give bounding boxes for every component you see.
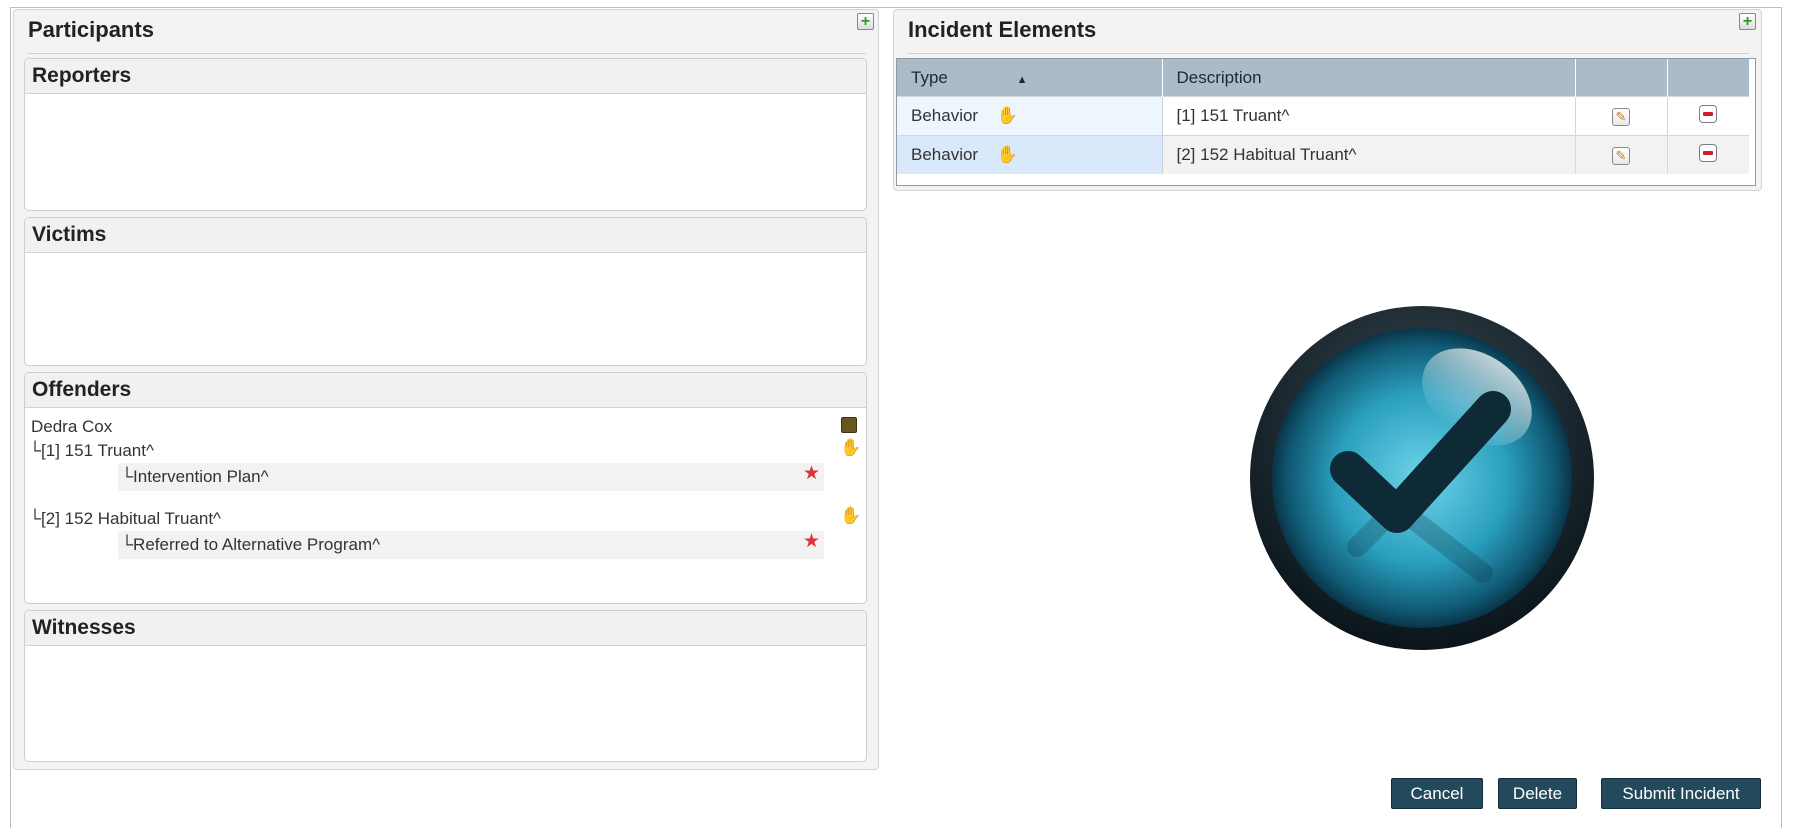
incident-elements-title: Incident Elements — [908, 17, 1097, 42]
remove-icon[interactable] — [1699, 143, 1718, 162]
victims-title: Victims — [25, 218, 866, 253]
delete-column-header — [1667, 59, 1749, 97]
type-header-label: Type — [911, 67, 948, 87]
offender-action-2[interactable]: └Referred to Alternative Program^ — [121, 535, 380, 555]
plus-icon: + — [860, 12, 871, 30]
participants-title: Participants — [28, 17, 154, 42]
offenders-title: Offenders — [25, 373, 866, 408]
victims-section: Victims — [24, 217, 867, 366]
incident-elements-panel: Incident Elements + Type ▲ Description B… — [893, 9, 1762, 191]
participants-panel: Participants + Reporters Victims Offende… — [13, 9, 879, 770]
reporters-section: Reporters — [24, 58, 867, 211]
briefcase-icon[interactable] — [841, 417, 857, 433]
description-cell[interactable]: [2] 152 Habitual Truant^ — [1162, 135, 1576, 174]
pencil-icon[interactable]: ✎ — [1612, 108, 1630, 126]
offender-item-1[interactable]: └[1] 151 Truant^ — [29, 441, 154, 461]
table-row[interactable]: Behavior ✋ [2] 152 Habitual Truant^ ✎ — [897, 135, 1749, 174]
offender-action-1[interactable]: └Intervention Plan^ — [121, 467, 269, 487]
star-icon[interactable]: ★ — [803, 530, 820, 553]
offender-item-2[interactable]: └[2] 152 Habitual Truant^ — [29, 509, 221, 529]
offender-item-label: [2] 152 Habitual Truant^ — [41, 509, 222, 528]
description-column-header[interactable]: Description — [1162, 59, 1576, 97]
offender-action-label: Intervention Plan^ — [133, 467, 269, 486]
incident-table: Type ▲ Description Behavior ✋ [1] 151 Tr… — [897, 59, 1749, 174]
add-incident-element-button[interactable]: + — [1739, 13, 1756, 30]
edit-cell: ✎ — [1575, 135, 1668, 174]
offenders-section: Offenders Dedra Cox └[1] 151 Truant^ ✋ └… — [24, 372, 867, 604]
incident-grid: Type ▲ Description Behavior ✋ [1] 151 Tr… — [896, 58, 1756, 186]
reporters-title: Reporters — [25, 59, 866, 94]
type-column-header[interactable]: Type ▲ — [897, 59, 1163, 97]
checkmark-icon — [1250, 306, 1594, 650]
description-cell[interactable]: [1] 151 Truant^ — [1162, 96, 1576, 136]
type-cell[interactable]: Behavior ✋ — [897, 96, 1163, 136]
sort-arrow-icon: ▲ — [1016, 73, 1028, 86]
incident-divider — [908, 53, 1749, 54]
type-label: Behavior — [911, 145, 979, 164]
edit-cell: ✎ — [1575, 96, 1668, 136]
submit-incident-button[interactable]: Submit Incident — [1601, 778, 1761, 809]
offender-item-label: [1] 151 Truant^ — [41, 441, 154, 460]
witnesses-section: Witnesses — [24, 610, 867, 762]
star-icon[interactable]: ★ — [803, 462, 820, 485]
hand-icon: ✋ — [996, 145, 1019, 164]
hand-icon[interactable]: ✋ — [840, 506, 861, 526]
delete-cell — [1667, 96, 1749, 136]
pencil-icon[interactable]: ✎ — [1612, 147, 1630, 165]
hand-icon[interactable]: ✋ — [840, 438, 861, 458]
witnesses-title: Witnesses — [25, 611, 866, 646]
type-label: Behavior — [911, 106, 979, 125]
edit-column-header — [1575, 59, 1668, 97]
cancel-button[interactable]: Cancel — [1391, 778, 1483, 809]
remove-icon[interactable] — [1699, 104, 1718, 123]
table-row[interactable]: Behavior ✋ [1] 151 Truant^ ✎ — [897, 96, 1749, 136]
delete-cell — [1667, 135, 1749, 174]
offender-name[interactable]: Dedra Cox — [31, 417, 112, 437]
delete-button[interactable]: Delete — [1498, 778, 1577, 809]
hand-icon: ✋ — [996, 106, 1019, 125]
plus-icon: + — [1742, 12, 1753, 30]
add-participant-button[interactable]: + — [857, 13, 874, 30]
participants-divider — [28, 53, 866, 54]
type-cell[interactable]: Behavior ✋ — [897, 135, 1163, 174]
grid-header: Type ▲ Description — [897, 59, 1749, 97]
offender-action-label: Referred to Alternative Program^ — [133, 535, 381, 554]
